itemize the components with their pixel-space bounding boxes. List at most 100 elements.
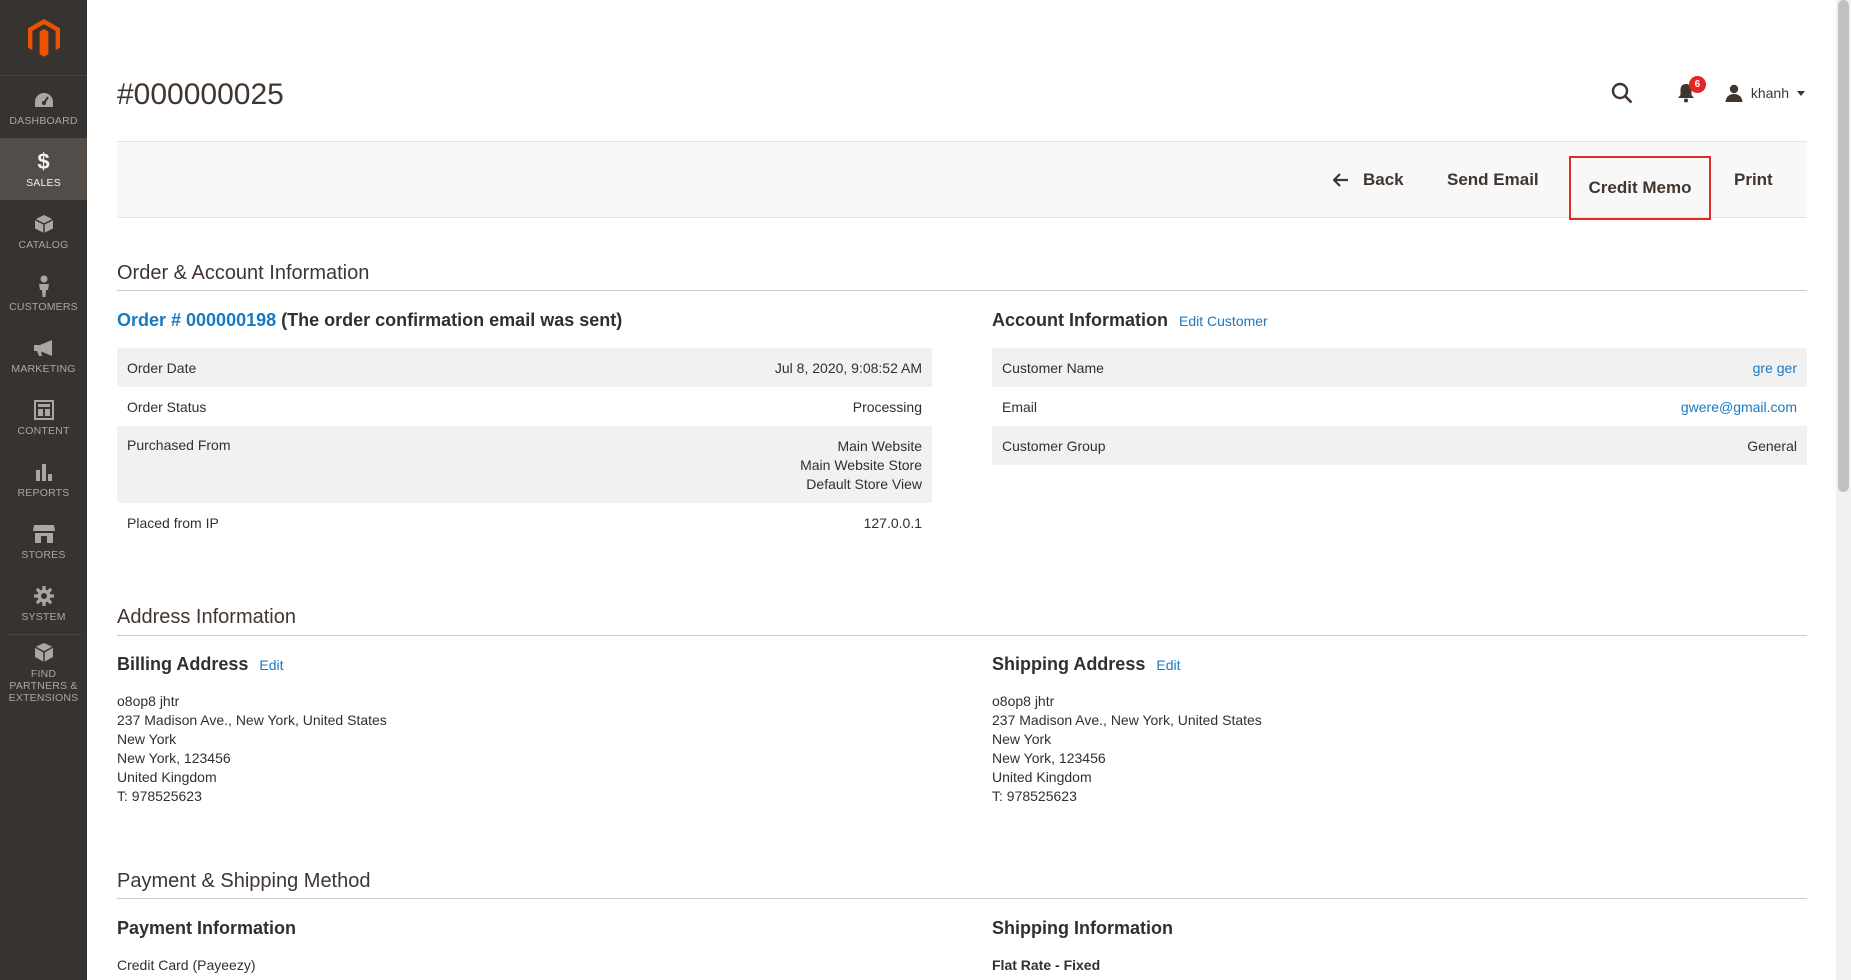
megaphone-icon	[32, 336, 56, 360]
nav-dashboard[interactable]: DASHBOARD	[0, 76, 87, 138]
address-line: T: 978525623	[117, 788, 202, 804]
address-line: New York, 123456	[992, 750, 1106, 766]
address-line: o8op8 jhtr	[117, 693, 180, 709]
table-row: Customer Name gre ger	[992, 348, 1807, 387]
nav-customers[interactable]: CUSTOMERS	[0, 262, 87, 324]
person-icon	[37, 274, 51, 298]
placed-from-ip-value: 127.0.0.1	[863, 514, 922, 531]
payment-info-title: Payment Information	[117, 918, 297, 938]
email-label: Email	[1002, 398, 1038, 415]
table-row: Order Status Processing	[117, 387, 932, 426]
table-row: Placed from IP 127.0.0.1	[117, 503, 932, 542]
shipping-address-block: o8op8 jhtr 237 Madison Ave., New York, U…	[992, 692, 1262, 806]
table-row: Purchased From Main Website Main Website…	[117, 426, 932, 503]
nav-catalog[interactable]: CATALOG	[0, 200, 87, 262]
bar-chart-icon	[34, 460, 54, 484]
address-line: New York, 123456	[117, 750, 231, 766]
order-date-label: Order Date	[117, 348, 464, 387]
customer-name-label: Customer Name	[992, 348, 1380, 387]
billing-address-title: Billing Address	[117, 654, 249, 674]
address-line: T: 978525623	[992, 788, 1077, 804]
nav-label: CONTENT	[17, 424, 70, 437]
dashboard-icon	[33, 88, 55, 112]
order-confirmation-note: (The order confirmation email was sent)	[281, 310, 623, 330]
table-row: Customer Group General	[992, 426, 1807, 465]
email-link[interactable]: gwere@gmail.com	[1681, 399, 1797, 415]
scrollbar-thumb[interactable]	[1838, 0, 1849, 492]
customer-group-value: General	[1379, 426, 1807, 465]
chevron-down-icon	[1797, 90, 1805, 96]
box-icon	[34, 212, 54, 236]
customer-group-label: Customer Group	[992, 426, 1380, 465]
billing-address-heading: Billing Address Edit	[117, 654, 284, 675]
order-number-link[interactable]: Order # 000000198	[117, 310, 276, 330]
search-icon	[1611, 82, 1633, 104]
address-line: 237 Madison Ave., New York, United State…	[992, 712, 1262, 728]
nav-label: FIND PARTNERS & EXTENSIONS	[8, 667, 79, 704]
customer-name-link[interactable]: gre ger	[1753, 360, 1797, 376]
credit-memo-button[interactable]: Credit Memo	[1569, 156, 1711, 220]
gear-icon	[33, 584, 55, 608]
payment-method-value: Credit Card (Payeezy)	[117, 957, 256, 973]
edit-shipping-address-link[interactable]: Edit	[1156, 657, 1180, 673]
nav-label: CUSTOMERS	[9, 300, 78, 313]
nav-find-partners[interactable]: FIND PARTNERS & EXTENSIONS	[0, 635, 87, 709]
edit-customer-link[interactable]: Edit Customer	[1179, 313, 1268, 329]
nav-label: CATALOG	[18, 238, 69, 251]
store-view-name: Default Store View	[806, 476, 922, 492]
global-search-button[interactable]	[1607, 78, 1637, 108]
magento-logo-icon	[27, 18, 60, 57]
purchased-from-label: Purchased From	[117, 426, 464, 503]
page-scrollbar[interactable]	[1836, 0, 1851, 980]
nav-label: SALES	[26, 176, 61, 189]
back-button[interactable]: Back	[1333, 142, 1404, 217]
purchased-from-value: Main Website Main Website Store Default …	[463, 426, 932, 503]
notifications-button[interactable]: 6	[1671, 76, 1706, 108]
website-name: Main Website	[837, 438, 922, 454]
store-name: Main Website Store	[800, 457, 922, 473]
nav-reports[interactable]: REPORTS	[0, 448, 87, 510]
account-info-table: Customer Name gre ger Email gwere@gmail.…	[992, 348, 1807, 465]
edit-billing-address-link[interactable]: Edit	[259, 657, 283, 673]
address-line: United Kingdom	[992, 769, 1092, 785]
address-line: 237 Madison Ave., New York, United State…	[117, 712, 387, 728]
user-icon	[1725, 84, 1743, 102]
send-email-button[interactable]: Send Email	[1447, 142, 1539, 217]
shipping-address-heading: Shipping Address Edit	[992, 654, 1180, 675]
print-button[interactable]: Print	[1734, 142, 1773, 217]
nav-label: DASHBOARD	[9, 114, 78, 127]
shipping-address-title: Shipping Address	[992, 654, 1146, 674]
admin-user-menu[interactable]: khanh	[1725, 84, 1805, 102]
order-heading: Order # 000000198 (The order confirmatio…	[117, 310, 622, 331]
section-divider	[117, 898, 1807, 899]
page-title: #000000025	[117, 78, 284, 111]
payment-shipping-section-title: Payment & Shipping Method	[117, 870, 371, 892]
address-line: New York	[117, 731, 177, 747]
nav-label: MARKETING	[11, 362, 76, 375]
arrow-left-icon	[1333, 172, 1348, 187]
nav-label: REPORTS	[17, 486, 70, 499]
section-divider	[117, 635, 1807, 636]
admin-username: khanh	[1750, 85, 1789, 101]
shipping-info-title: Shipping Information	[992, 918, 1173, 938]
nav-sales[interactable]: $ SALES	[0, 138, 87, 200]
nav-stores[interactable]: STORES	[0, 510, 87, 572]
nav-content[interactable]: CONTENT	[0, 386, 87, 448]
order-date-value: Jul 8, 2020, 9:08:52 AM	[463, 348, 932, 387]
table-row: Email gwere@gmail.com	[992, 387, 1807, 426]
order-info-table: Order Date Jul 8, 2020, 9:08:52 AM Order…	[117, 348, 932, 542]
nav-system[interactable]: SYSTEM	[0, 572, 87, 634]
billing-address-block: o8op8 jhtr 237 Madison Ave., New York, U…	[117, 692, 387, 806]
dollar-icon: $	[37, 148, 50, 174]
nav-label: STORES	[21, 548, 66, 561]
address-line: United Kingdom	[117, 769, 217, 785]
nav-marketing[interactable]: MARKETING	[0, 324, 87, 386]
boxes-icon	[33, 641, 55, 665]
magento-logo[interactable]	[0, 0, 87, 76]
table-row: Order Date Jul 8, 2020, 9:08:52 AM	[117, 348, 932, 387]
order-status-value: Processing	[852, 398, 922, 415]
notification-count-badge: 6	[1688, 76, 1706, 93]
nav-label: SYSTEM	[21, 610, 66, 623]
order-account-section-title: Order & Account Information	[117, 262, 370, 284]
shipping-method-value: Flat Rate - Fixed	[992, 957, 1101, 973]
